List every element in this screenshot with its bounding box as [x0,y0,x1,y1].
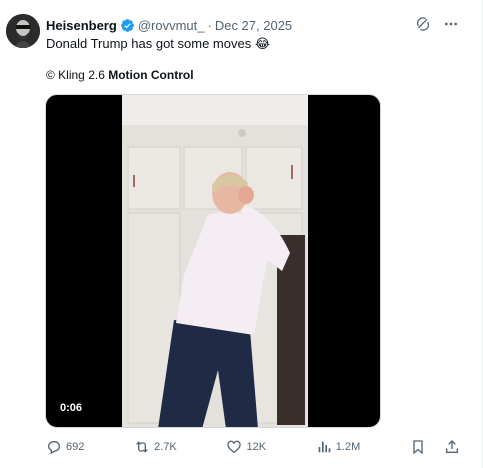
repost-icon [134,439,150,455]
author-name[interactable]: Heisenberg [46,18,117,33]
grok-icon[interactable] [414,15,432,33]
share-icon [444,439,460,455]
share-button[interactable] [444,439,464,455]
tweet-text: Donald Trump has got some moves 😂 [46,36,271,51]
verified-badge-icon [120,18,135,33]
views-button[interactable]: 1.2M [316,439,360,455]
tweet-header: Heisenberg @rovvmut_ · Dec 27, 2025 [46,17,292,33]
view-count: 1.2M [335,441,361,453]
secondary-actions [410,439,464,455]
views-icon [316,439,332,455]
reply-icon [46,439,62,455]
credit-prefix: © Kling 2.6 [46,68,109,82]
action-bar: 692 2.7K 12K 1.2M [46,438,464,456]
author-handle[interactable]: @rovvmut_ [138,18,205,33]
reply-count: 692 [66,441,85,453]
video-still [122,95,308,427]
reply-button[interactable]: 692 [46,439,84,455]
video-duration: 0:06 [56,401,87,415]
tweet-card[interactable]: Heisenberg @rovvmut_ · Dec 27, 2025 Dona… [0,0,483,468]
repost-count: 2.7K [154,441,177,453]
like-button[interactable]: 12K [226,439,266,455]
like-count: 12K [246,441,267,453]
tweet-credit: © Kling 2.6 Motion Control [46,68,194,82]
video-frame [122,95,308,427]
more-icon[interactable] [442,15,460,33]
header-actions [414,15,460,33]
bookmark-button[interactable] [410,439,430,455]
header-separator: · [207,17,212,33]
bookmark-icon [410,439,426,455]
video-player[interactable]: 0:06 [45,94,381,428]
post-date[interactable]: Dec 27, 2025 [215,18,292,33]
like-icon [226,439,242,455]
repost-button[interactable]: 2.7K [134,439,177,455]
avatar-image [6,14,40,48]
credit-bold: Motion Control [108,68,194,82]
author-avatar[interactable] [6,14,40,48]
